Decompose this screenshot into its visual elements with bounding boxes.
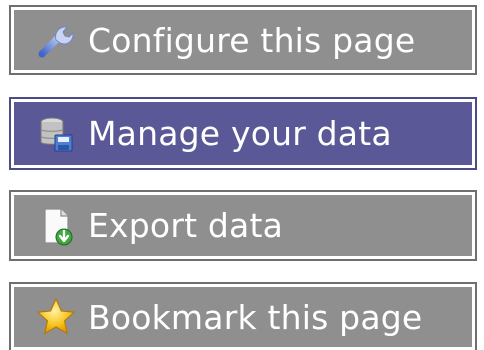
database-icon <box>34 112 78 156</box>
export-data-label: Export data <box>88 206 284 245</box>
manage-data-label: Manage your data <box>88 114 392 153</box>
manage-data-button[interactable]: Manage your data <box>9 97 477 170</box>
configure-page-button[interactable]: Configure this page <box>9 5 477 75</box>
configure-page-label: Configure this page <box>88 20 416 60</box>
wrench-icon <box>34 18 78 62</box>
bookmark-page-label: Bookmark this page <box>88 297 423 337</box>
bookmark-page-button[interactable]: Bookmark this page <box>9 282 477 350</box>
star-icon <box>34 295 78 339</box>
action-menu: Configure this page Manage your data Exp… <box>0 0 484 350</box>
export-document-icon <box>34 204 78 248</box>
export-data-button[interactable]: Export data <box>9 190 477 261</box>
